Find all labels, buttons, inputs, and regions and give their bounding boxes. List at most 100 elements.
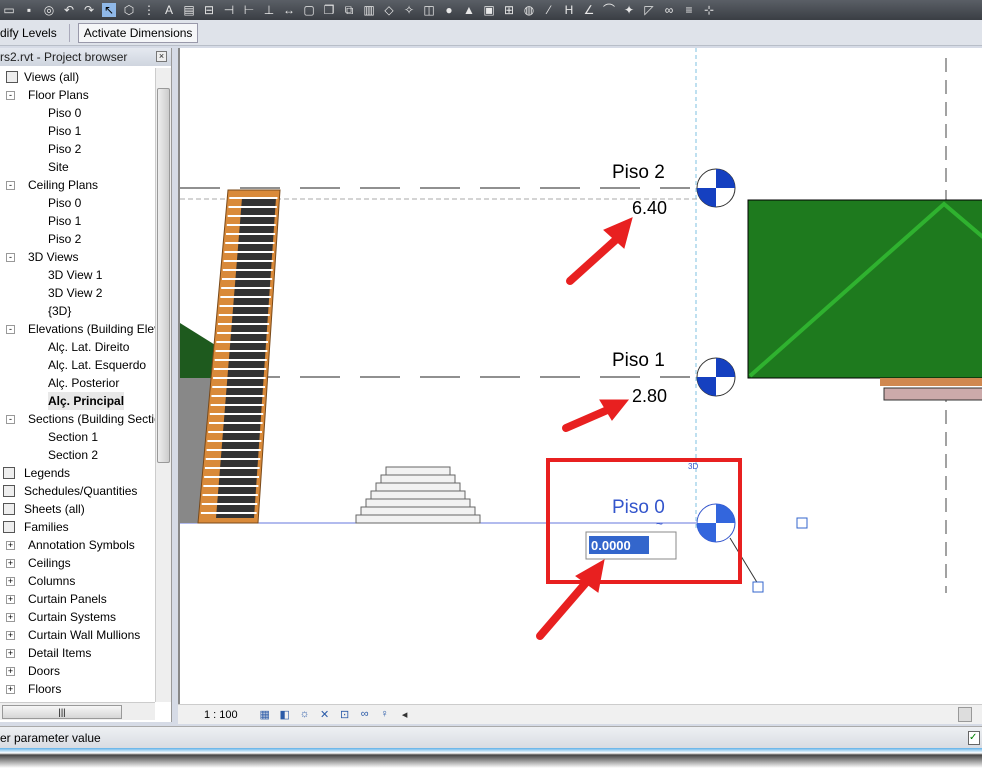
tree-item[interactable]: Families <box>0 518 155 536</box>
shadows-icon[interactable]: ✕ <box>318 708 332 722</box>
light-icon[interactable]: ✧ <box>402 3 416 17</box>
elevation-input[interactable]: 0.0000 <box>585 531 677 560</box>
tree-item[interactable]: Schedules/Quantities <box>0 482 155 500</box>
tree-item[interactable]: Legends <box>0 464 155 482</box>
redo-icon[interactable]: ↷ <box>82 3 96 17</box>
horizontal-scrollbar[interactable]: ||| <box>0 702 155 720</box>
tree-item[interactable]: - Floor Plans <box>0 86 155 104</box>
tree-item[interactable]: + Curtain Panels <box>0 590 155 608</box>
tree-item[interactable]: - 3D Views <box>0 248 155 266</box>
scrollbar-thumb[interactable] <box>157 88 170 463</box>
section-box-icon[interactable]: ◇ <box>382 3 396 17</box>
tree-item[interactable]: Section 1 <box>0 428 155 446</box>
tree-item[interactable]: Section 2 <box>0 446 155 464</box>
render-icon[interactable]: ▥ <box>362 3 376 17</box>
open-icon[interactable]: ▭ <box>2 3 16 17</box>
expand-icon[interactable]: + <box>6 595 15 604</box>
visual-style-icon[interactable]: ◧ <box>278 708 292 722</box>
tree-item[interactable]: {3D} <box>0 302 155 320</box>
tree-item[interactable]: Piso 2 <box>0 140 155 158</box>
tree-item[interactable]: Site <box>0 158 155 176</box>
expand-icon[interactable]: + <box>6 685 15 694</box>
expand-icon[interactable]: + <box>6 667 15 676</box>
vertical-scrollbar[interactable] <box>155 68 171 702</box>
tree-item[interactable]: + Detail Items <box>0 644 155 662</box>
close-hidden-icon[interactable]: ⧉ <box>342 3 356 17</box>
tag-icon[interactable]: ▤ <box>182 3 196 17</box>
tree-item[interactable]: Piso 0 <box>0 194 155 212</box>
tree-item[interactable]: + Curtain Wall Mullions <box>0 626 155 644</box>
tree-item[interactable]: Piso 0 <box>0 104 155 122</box>
dimension-icon[interactable]: ↔ <box>282 3 296 17</box>
measure-icon[interactable]: ⋮ <box>142 3 156 17</box>
modify-arrow-icon[interactable]: ↖ <box>102 3 116 17</box>
tree-item[interactable]: + Columns <box>0 572 155 590</box>
tree-item[interactable]: - Ceiling Plans <box>0 176 155 194</box>
expand-icon[interactable]: + <box>6 613 15 622</box>
spot-icon[interactable]: ✦ <box>622 3 636 17</box>
align-icon[interactable]: ⊟ <box>202 3 216 17</box>
material-icon[interactable]: ◍ <box>522 3 536 17</box>
tree-item[interactable]: Alç. Posterior <box>0 374 155 392</box>
tree-item[interactable]: + Floors <box>0 680 155 698</box>
3d-view-icon[interactable]: ⬡ <box>122 3 136 17</box>
tree-item[interactable]: Alç. Lat. Esquerdo <box>0 356 155 374</box>
canvas-scrollbar-thumb[interactable] <box>958 707 972 722</box>
tree-item[interactable]: Views (all) <box>0 68 155 86</box>
trim-icon[interactable]: ⊢ <box>242 3 256 17</box>
collapse-icon[interactable]: - <box>6 253 15 262</box>
filter-checkbox-icon[interactable]: ✓ <box>968 731 980 745</box>
tree-item[interactable]: + Annotation Symbols <box>0 536 155 554</box>
expand-icon[interactable]: + <box>6 559 15 568</box>
collapse-icon[interactable]: - <box>6 91 15 100</box>
point-icon[interactable]: ● <box>442 3 456 17</box>
sync-icon[interactable]: ◎ <box>42 3 56 17</box>
aligned-dim-icon[interactable]: H <box>562 3 576 17</box>
switch-windows-icon[interactable]: ❐ <box>322 3 336 17</box>
crop-view-icon[interactable]: ⊡ <box>338 708 352 722</box>
collapse-icon[interactable]: - <box>6 181 15 190</box>
close-icon[interactable]: × <box>156 51 167 62</box>
expand-icon[interactable]: + <box>6 541 15 550</box>
tree-item[interactable]: 3D View 2 <box>0 284 155 302</box>
activate-dimensions-button[interactable]: Activate Dimensions <box>77 22 199 43</box>
tree-item[interactable]: Sheets (all) <box>0 500 155 518</box>
undo-icon[interactable]: ↶ <box>62 3 76 17</box>
split-icon[interactable]: ⊣ <box>222 3 236 17</box>
tree-item[interactable]: Piso 2 <box>0 230 155 248</box>
sun-path-icon[interactable]: ☼ <box>298 708 312 722</box>
scale-label[interactable]: 1 : 100 <box>204 709 238 721</box>
text-icon[interactable]: A <box>162 3 176 17</box>
drawing-canvas[interactable]: Piso 2 6.40 Piso 1 2.80 Piso 0 3D ~ 0.00… <box>178 48 982 704</box>
reveal-hidden-icon[interactable]: ∞ <box>358 708 372 722</box>
tree-item[interactable]: + Curtain Systems <box>0 608 155 626</box>
slope-icon[interactable]: ◸ <box>642 3 656 17</box>
detail-level-icon[interactable]: ▦ <box>258 708 272 722</box>
scroll-left-icon[interactable]: ◂ <box>398 708 412 722</box>
arc-icon[interactable]: ⌒ <box>602 3 616 17</box>
tree-item[interactable]: Alç. Principal <box>0 392 155 410</box>
up-icon[interactable]: ▲ <box>462 3 476 17</box>
tree-item[interactable]: 3D View 1 <box>0 266 155 284</box>
scrollbar-thumb[interactable]: ||| <box>2 705 122 719</box>
level-icon[interactable]: ⊥ <box>262 3 276 17</box>
window-icon[interactable]: ▢ <box>302 3 316 17</box>
tree-item[interactable]: + Doors <box>0 662 155 680</box>
shade-icon[interactable]: ◫ <box>422 3 436 17</box>
collapse-icon[interactable]: - <box>6 415 15 424</box>
tree-item[interactable]: Piso 1 <box>0 122 155 140</box>
filter-icon[interactable]: ⊞ <box>502 3 516 17</box>
expand-icon[interactable]: + <box>6 631 15 640</box>
thin-lines-icon[interactable]: ≡ <box>682 3 696 17</box>
tree-item[interactable]: - Sections (Building Sectio <box>0 410 155 428</box>
sheet-icon[interactable]: ▣ <box>482 3 496 17</box>
collapse-icon[interactable]: - <box>6 325 15 334</box>
tree-item[interactable]: - Elevations (Building Eleva <box>0 320 155 338</box>
temporary-hide-icon[interactable]: ♀ <box>378 708 392 722</box>
tree-item[interactable]: + Ceilings <box>0 554 155 572</box>
level-head-piso-0[interactable]: Piso 0 3D ~ <box>612 462 808 593</box>
tree-item[interactable]: Alç. Lat. Direito <box>0 338 155 356</box>
tree-item[interactable]: Piso 1 <box>0 212 155 230</box>
pattern-icon[interactable]: ∞ <box>662 3 676 17</box>
tree-item[interactable]: +Furniture <box>0 698 155 700</box>
